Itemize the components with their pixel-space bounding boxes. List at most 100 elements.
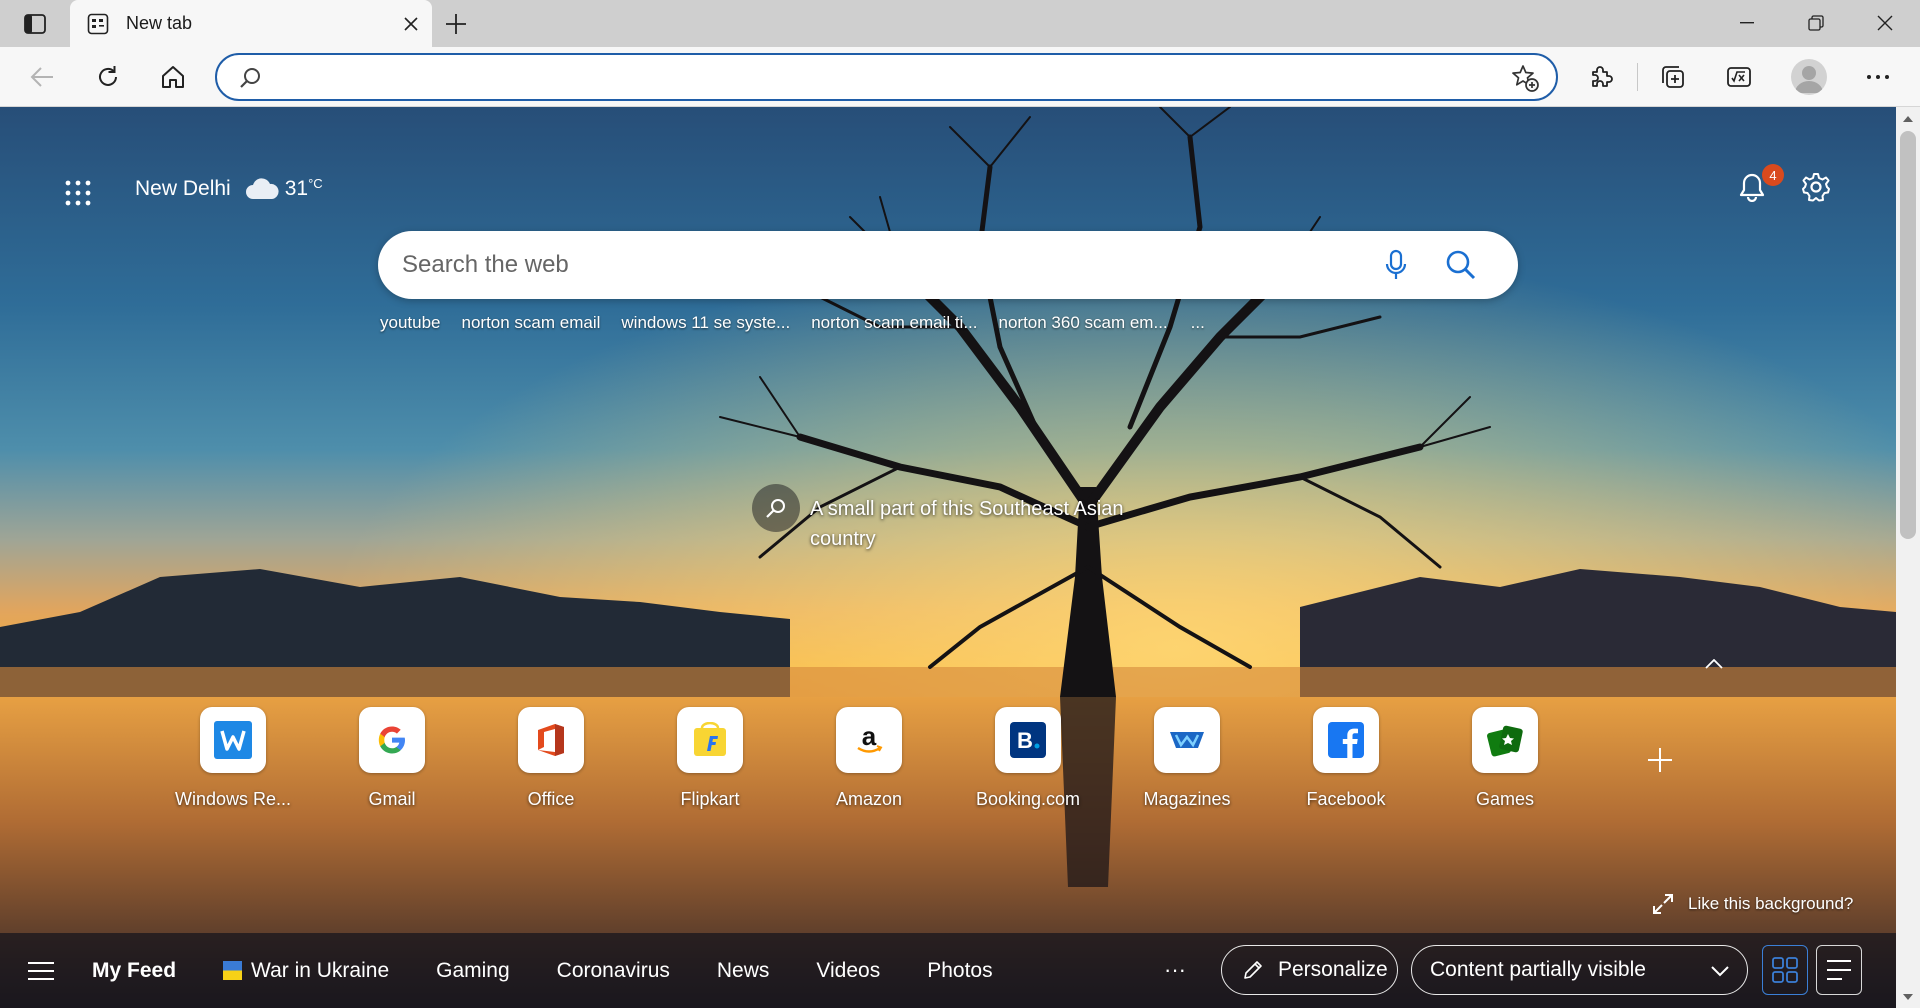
grid-view-button[interactable] [1762,945,1808,995]
star-add-icon [1512,65,1539,92]
collections-icon [1662,66,1684,88]
games-icon [1472,707,1538,773]
quick-link-amazon[interactable]: a Amazon [801,707,931,817]
pencil-icon [1244,961,1262,979]
refresh-icon [99,66,117,86]
web-search-box[interactable] [378,231,1518,299]
content-visibility-dropdown[interactable]: Content partially visible [1411,945,1748,995]
image-search-icon [752,484,800,532]
collapse-quick-links-button[interactable] [1699,649,1729,679]
browser-toolbar [0,47,1920,107]
grid-layout-icon [1772,957,1798,983]
quick-link-gmail[interactable]: Gmail [324,707,454,817]
profile-avatar[interactable] [1791,59,1827,95]
search-icon [239,66,263,95]
address-bar[interactable] [215,53,1558,101]
puzzle-icon [1592,66,1613,87]
gear-icon [1802,173,1830,202]
image-info[interactable]: A small part of this Southeast Asian cou… [752,484,1172,554]
svg-text:a: a [862,723,877,751]
minimize-button[interactable] [1713,0,1781,46]
google-icon [359,707,425,773]
trending-item[interactable]: norton scam email [462,313,601,333]
chevron-down-icon [1711,966,1729,977]
restore-button[interactable] [1782,0,1850,46]
microphone-icon [1385,249,1407,279]
web-search-input[interactable] [402,249,1302,281]
hamburger-menu-icon [28,962,54,980]
collections-button[interactable] [1655,59,1691,95]
address-input[interactable] [277,64,1457,90]
weather-unit: °C [308,175,323,191]
trending-item[interactable]: norton 360 scam em... [999,313,1168,333]
apps-launcher-button[interactable] [60,175,96,211]
home-button[interactable] [155,59,191,95]
magazines-icon [1154,707,1220,773]
weather-temperature: 31 [284,177,309,200]
list-view-button[interactable] [1816,945,1862,995]
quick-link-label: Amazon [835,789,903,809]
scroll-up-button[interactable] [1900,110,1916,128]
close-window-button[interactable] [1851,0,1919,46]
tab-bar: New tab [0,0,1920,47]
extensions-button[interactable] [1583,59,1619,95]
quick-link-label: Gmail [368,789,416,809]
quick-link-booking[interactable]: B Booking.com [960,707,1090,817]
feed-tab-gaming[interactable]: Gaming [436,959,510,983]
personalize-button[interactable]: Personalize [1221,945,1398,995]
windows-report-icon [200,707,266,773]
chevron-up-icon [1705,659,1723,669]
settings-and-more-button[interactable] [1860,59,1896,95]
feed-tab-my-feed[interactable]: My Feed [92,959,176,983]
quick-link-facebook[interactable]: Facebook [1278,707,1408,817]
facebook-icon [1313,707,1379,773]
person-icon [1795,66,1823,93]
quick-link-magazines[interactable]: Magazines [1119,707,1249,817]
quick-link-flipkart[interactable]: Flipkart [642,707,772,817]
home-icon [162,66,184,88]
tab-actions-button[interactable] [16,10,54,38]
feed-tab-war-in-ukraine[interactable]: War in Ukraine [223,959,389,983]
feed-tabs: My Feed War in Ukraine Gaming Coronaviru… [92,933,1040,1008]
content-visibility-value: Content partially visible [1430,958,1646,981]
feed-tab-photos[interactable]: Photos [927,959,992,983]
add-quick-link-button[interactable] [1643,743,1677,777]
back-arrow-icon [30,67,53,87]
scrollbar-thumb[interactable] [1900,131,1916,539]
tab-new-tab[interactable]: New tab [70,0,432,47]
feed-tab-news[interactable]: News [717,959,770,983]
quick-link-games[interactable]: Games [1437,707,1567,817]
quick-link-office[interactable]: Office [483,707,613,817]
trending-item[interactable]: windows 11 se syste... [621,313,790,333]
quick-link-label: Booking.com [975,789,1081,809]
feed-tab-videos[interactable]: Videos [816,959,880,983]
office-icon [518,707,584,773]
refresh-button[interactable] [90,59,126,95]
new-tab-button[interactable] [440,8,472,40]
page-settings-button[interactable] [1798,169,1834,205]
feed-tab-coronavirus[interactable]: Coronavirus [557,959,670,983]
quick-link-label: Windows Re... [174,789,292,809]
feed-menu-button[interactable] [25,957,57,985]
tab-close-button[interactable] [398,11,424,37]
new-tab-page-icon [87,13,109,35]
scroll-down-button[interactable] [1900,988,1916,1006]
quick-link-windows-report[interactable]: Windows Re... [165,707,295,817]
search-submit-button[interactable] [1442,246,1480,284]
math-solver-button[interactable] [1721,59,1757,95]
back-button[interactable] [24,59,60,95]
add-favorite-button[interactable] [1510,63,1540,93]
trending-item[interactable]: norton scam email ti... [811,313,977,333]
trending-item[interactable]: youtube [380,313,441,333]
quick-link-label: Facebook [1306,789,1386,809]
weather-city: New Delhi [135,177,231,200]
trending-more[interactable]: ... [1191,313,1205,333]
quick-link-label: Games [1475,789,1535,809]
plus-icon [1648,748,1672,772]
tab-actions-icon [24,14,46,34]
apps-grid-icon [65,180,91,206]
voice-search-button[interactable] [1378,247,1414,283]
feed-more-button[interactable]: ··· [1160,955,1190,985]
like-background-link[interactable]: Like this background? [1652,893,1853,915]
weather-widget[interactable]: New Delhi 31 °C [135,175,323,201]
